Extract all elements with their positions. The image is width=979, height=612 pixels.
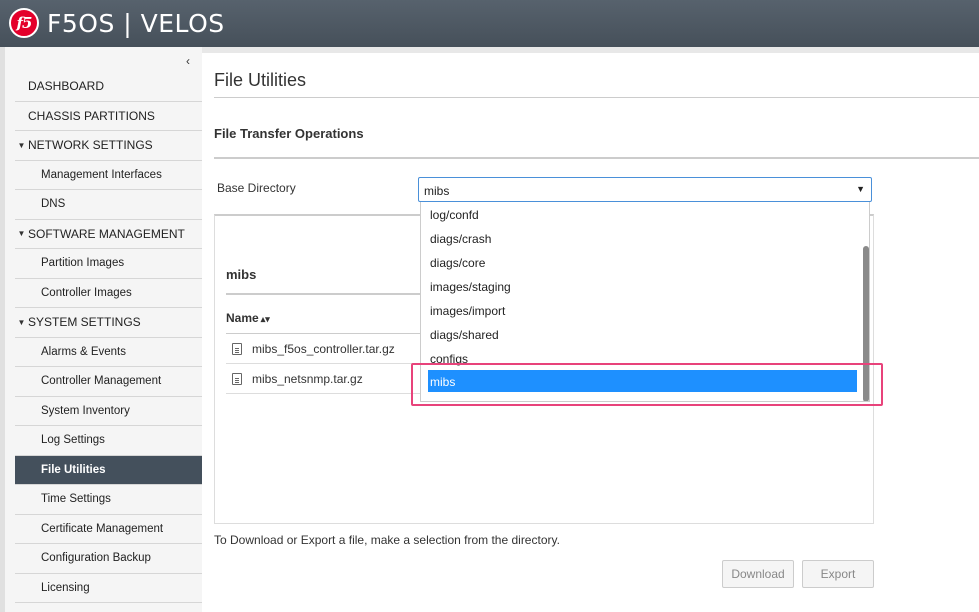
sidebar-item-controller-management[interactable]: Controller Management <box>15 367 202 397</box>
export-button[interactable]: Export <box>802 560 874 588</box>
column-header-label: Name <box>226 311 259 325</box>
dropdown-option[interactable]: configs <box>430 352 468 366</box>
sidebar-item-label: Certificate Management <box>41 522 164 535</box>
base-directory-dropdown[interactable]: log/confd diags/crash diags/core images/sta… <box>420 202 870 402</box>
dropdown-scrollbar[interactable] <box>863 246 869 401</box>
sidebar-item-label: Alarms & Events <box>41 345 126 358</box>
sidebar-item-file-utilities[interactable]: File Utilities <box>15 455 202 485</box>
sidebar-item-time-settings[interactable]: Time Settings <box>15 485 202 515</box>
f5-logo[interactable]: f5 <box>9 8 39 38</box>
dropdown-option[interactable]: images/import <box>430 304 505 318</box>
expand-triangle-icon[interactable]: ▼ <box>15 229 28 238</box>
sidebar-item-dashboard[interactable]: DASHBOARD <box>15 72 202 102</box>
divider <box>214 157 979 159</box>
sidebar: ‹ DASHBOARD CHASSIS PARTITIONS ▼ NETWORK SE… <box>0 47 202 612</box>
selection-hint: To Download or Export a file, make a sel… <box>214 533 560 547</box>
sidebar-item-label: System Inventory <box>41 404 130 417</box>
sidebar-item-management-interfaces[interactable]: Management Interfaces <box>15 160 202 190</box>
sidebar-edge <box>0 47 5 612</box>
sidebar-item-log-settings[interactable]: Log Settings <box>15 426 202 456</box>
sidebar-item-label: SYSTEM SETTINGS <box>28 315 141 330</box>
sidebar-item-label: Log Settings <box>41 434 105 447</box>
dropdown-caret-icon: ▼ <box>856 184 865 194</box>
sidebar-item-system-inventory[interactable]: System Inventory <box>15 396 202 426</box>
sidebar-item-alarms-events[interactable]: Alarms & Events <box>15 337 202 367</box>
sidebar-item-label: Management Interfaces <box>41 168 162 181</box>
sidebar-item-label: Partition Images <box>41 257 125 270</box>
sidebar-item-label: DNS <box>41 198 66 211</box>
sidebar-item-licensing[interactable]: Licensing <box>15 573 202 603</box>
dropdown-option[interactable]: diags/core <box>430 256 485 270</box>
column-header-name[interactable]: Name ▴▾ <box>226 311 270 325</box>
page-title: File Utilities <box>214 70 307 90</box>
sidebar-item-label: Licensing <box>41 581 90 594</box>
sidebar-item-label: Controller Management <box>41 375 162 388</box>
dropdown-option[interactable]: diags/shared <box>430 328 499 342</box>
sidebar-item-label: Controller Images <box>41 286 132 299</box>
sidebar-item-label: SOFTWARE MANAGEMENT <box>28 226 185 241</box>
file-name: mibs_f5os_controller.tar.gz <box>252 341 395 356</box>
file-name: mibs_netsnmp.tar.gz <box>252 371 363 386</box>
dropdown-option[interactable]: images/staging <box>430 280 511 294</box>
sidebar-item-software-management[interactable]: ▼ SOFTWARE MANAGEMENT <box>15 219 202 249</box>
download-button[interactable]: Download <box>722 560 794 588</box>
sidebar-item-configuration-backup[interactable]: Configuration Backup <box>15 544 202 574</box>
sidebar-item-dns[interactable]: DNS <box>15 190 202 220</box>
section-title: File Transfer Operations <box>214 126 364 141</box>
sidebar-item-label: File Utilities <box>41 463 106 476</box>
dropdown-option[interactable]: diags/crash <box>430 232 491 246</box>
sidebar-item-label: NETWORK SETTINGS <box>28 138 153 153</box>
sidebar-item-network-settings[interactable]: ▼ NETWORK SETTINGS <box>15 131 202 161</box>
dropdown-option-selected[interactable]: mibs <box>428 370 857 392</box>
expand-triangle-icon[interactable]: ▼ <box>15 141 28 150</box>
app-title: F5OS | VELOS <box>47 9 225 38</box>
sidebar-item-system-settings[interactable]: ▼ SYSTEM SETTINGS <box>15 308 202 338</box>
directory-title: mibs <box>226 267 257 282</box>
file-icon <box>232 342 242 355</box>
sidebar-item-label: DASHBOARD <box>28 79 105 94</box>
top-bar: f5 F5OS | VELOS <box>0 0 979 47</box>
base-directory-value: mibs <box>424 184 450 198</box>
sidebar-nav: DASHBOARD CHASSIS PARTITIONS ▼ NETWORK SETT… <box>15 72 202 603</box>
sort-icon[interactable]: ▴▾ <box>261 314 270 324</box>
divider <box>214 97 979 98</box>
sidebar-item-label: CHASSIS PARTITIONS <box>28 108 155 123</box>
file-icon <box>232 372 242 385</box>
base-directory-label: Base Directory <box>217 181 296 195</box>
sidebar-item-partition-images[interactable]: Partition Images <box>15 249 202 279</box>
sidebar-item-certificate-management[interactable]: Certificate Management <box>15 514 202 544</box>
sidebar-item-label: Configuration Backup <box>41 552 151 565</box>
sidebar-item-chassis-partitions[interactable]: CHASSIS PARTITIONS <box>15 101 202 131</box>
base-directory-select[interactable]: mibs ▼ <box>418 177 872 202</box>
sidebar-item-label: Time Settings <box>41 493 111 506</box>
dropdown-option[interactable]: log/confd <box>430 208 479 222</box>
collapse-sidebar-icon[interactable]: ‹ <box>186 54 190 68</box>
sidebar-item-controller-images[interactable]: Controller Images <box>15 278 202 308</box>
expand-triangle-icon[interactable]: ▼ <box>15 318 28 327</box>
